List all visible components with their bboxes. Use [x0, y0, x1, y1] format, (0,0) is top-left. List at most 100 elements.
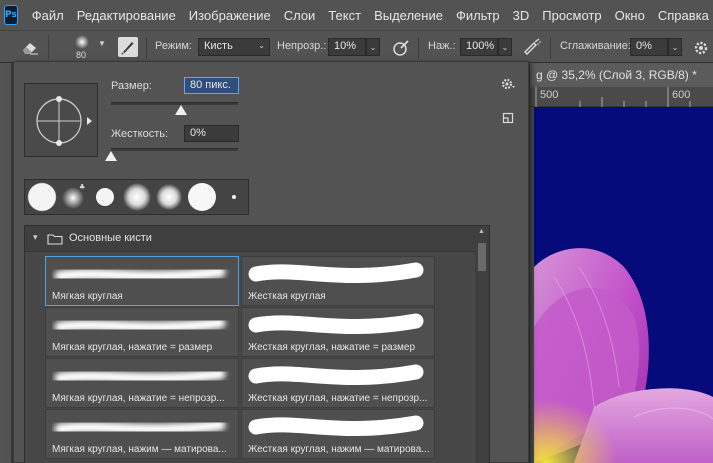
hardness-input[interactable]: 0%: [184, 125, 239, 142]
document-tab-title: g @ 35,2% (Слой 3, RGB/8) *: [536, 68, 697, 82]
divider: [48, 35, 49, 59]
smoothing-chevron-down-icon[interactable]: ⌄: [668, 38, 682, 56]
folder-row-basic-brushes[interactable]: ▾ Основные кисти: [25, 226, 476, 252]
hardness-value: 0%: [190, 127, 206, 139]
menu-window[interactable]: Окно: [615, 8, 645, 23]
menu-select[interactable]: Выделение: [374, 8, 443, 23]
brush-tile-hard-round-pressure-flow[interactable]: Жесткая круглая, нажим — матирова...: [241, 409, 435, 459]
folder-expand-chevron-icon[interactable]: ▾: [33, 232, 38, 243]
soft-stroke-preview: [54, 368, 226, 384]
brush-tile-label: Жесткая круглая, нажатие = размер: [248, 342, 416, 353]
brush-tile-soft-round-pressure-opacity[interactable]: Мягкая круглая, нажатие = непрозр...: [45, 358, 239, 408]
hard-stroke-preview: [248, 262, 424, 284]
ruler-ticks: [535, 87, 691, 107]
smoothing-label: Сглаживание:: [560, 40, 631, 52]
brush-angle-roundness-icon: [36, 96, 92, 146]
smoothing-input[interactable]: 0%: [630, 38, 668, 56]
brush-tile-hard-round[interactable]: Жесткая круглая: [241, 256, 435, 306]
tools-panel-edge: [0, 63, 12, 463]
brush-tile-label: Жесткая круглая, нажим — матирова...: [248, 444, 430, 455]
divider: [146, 37, 147, 59]
recent-brush-tips: ♣: [27, 182, 236, 212]
mode-value: Кисть: [204, 40, 233, 52]
size-input[interactable]: 80 пикс.: [184, 77, 239, 94]
brush-settings-toggle[interactable]: [118, 37, 138, 57]
brush-picker-chevron-down-icon[interactable]: ▼: [98, 39, 110, 57]
brush-tile-label: Мягкая круглая: [52, 291, 123, 302]
hard-stroke-preview: [248, 313, 424, 335]
hard-stroke-preview: [248, 364, 424, 386]
size-slider-thumb[interactable]: [174, 105, 187, 115]
document-canvas[interactable]: [534, 107, 713, 463]
menu-3d[interactable]: 3D: [513, 8, 530, 23]
brush-tile-soft-round-pressure-flow[interactable]: Мягкая круглая, нажим — матирова...: [45, 409, 239, 459]
brush-tile-label: Жесткая круглая, нажатие = непрозр...: [248, 393, 428, 404]
brush-tile-label: Мягкая круглая, нажатие = размер: [52, 342, 213, 353]
recent-brushes-strip: ♣: [24, 179, 249, 215]
menu-view[interactable]: Просмотр: [542, 8, 601, 23]
document-tab[interactable]: g @ 35,2% (Слой 3, RGB/8) *: [530, 63, 713, 87]
brush-angle-preview[interactable]: [24, 83, 98, 157]
hard-stroke-preview: [248, 415, 424, 437]
brush-tile-soft-round[interactable]: Мягкая круглая: [45, 256, 239, 306]
divider: [418, 37, 419, 59]
flow-input[interactable]: 100%: [460, 38, 498, 56]
menu-filter[interactable]: Фильтр: [456, 8, 500, 23]
mode-chevron-down-icon: ⌄: [258, 41, 265, 50]
folder-icon: [47, 234, 63, 245]
options-bar: 80 ▼ Режим: Кисть ⌄ Непрозр.: 10% ⌄ Наж.…: [0, 30, 713, 63]
flow-label: Наж.:: [428, 40, 456, 52]
photoshop-logo-icon[interactable]: Ps: [4, 5, 18, 25]
menu-type[interactable]: Текст: [328, 8, 361, 23]
smoothing-gear-icon[interactable]: [692, 39, 710, 57]
folder-name: Основные кисти: [69, 232, 152, 244]
brush-preset-picker[interactable]: 80: [70, 33, 96, 63]
scroll-up-icon[interactable]: ▲: [478, 228, 485, 235]
menu-image[interactable]: Изображение: [189, 8, 271, 23]
menu-help[interactable]: Справка: [658, 8, 709, 23]
opacity-value: 10%: [334, 40, 357, 52]
horizontal-ruler: 500 600: [530, 87, 713, 107]
brush-tile-soft-round-pressure-size[interactable]: Мягкая круглая, нажатие = размер: [45, 307, 239, 357]
brush-size-readout: 80: [76, 50, 87, 60]
opacity-label: Непрозр.:: [277, 40, 327, 52]
opacity-chevron-down-icon[interactable]: ⌄: [366, 38, 380, 56]
menu-layers[interactable]: Слои: [284, 8, 316, 23]
flow-chevron-down-icon[interactable]: ⌄: [498, 38, 512, 56]
soft-stroke-preview: [54, 266, 226, 282]
size-label: Размер:: [111, 80, 152, 92]
brush-panel-icon: [121, 42, 134, 55]
hardness-slider-track[interactable]: [111, 148, 238, 151]
soft-stroke-preview: [54, 419, 226, 435]
photoshop-window: Ps Файл Редактирование Изображение Слои …: [0, 0, 713, 463]
smoothing-value: 0%: [636, 40, 652, 52]
menu-edit[interactable]: Редактирование: [77, 8, 176, 23]
brush-tile-label: Мягкая круглая, нажатие = непрозр...: [52, 393, 225, 404]
panel-settings-gear-icon[interactable]: [500, 76, 516, 92]
opacity-input[interactable]: 10%: [328, 38, 366, 56]
brush-tile-label: Мягкая круглая, нажим — матирова...: [52, 444, 227, 455]
flower-photo: [534, 248, 713, 463]
mode-select[interactable]: Кисть ⌄: [198, 38, 270, 56]
size-value: 80 пикс.: [190, 79, 231, 91]
flow-value: 100%: [466, 40, 495, 52]
divider: [550, 37, 551, 59]
opacity-pressure-icon[interactable]: [392, 39, 410, 57]
brush-folder-list: ▾ Основные кисти ▲ Мягкая круглая Жестка…: [24, 225, 490, 463]
eraser-tool-icon[interactable]: [20, 39, 40, 55]
brush-list-scrollbar[interactable]: ▲: [475, 226, 489, 463]
airbrush-icon[interactable]: [521, 38, 543, 58]
mode-label: Режим:: [155, 40, 192, 52]
menu-file[interactable]: Файл: [32, 8, 64, 23]
soft-brush-tip-icon: [75, 35, 89, 49]
brush-tile-hard-round-pressure-size[interactable]: Жесткая круглая, нажатие = размер: [241, 307, 435, 357]
brush-tile-label: Жесткая круглая: [248, 291, 326, 302]
svg-text:♣: ♣: [79, 183, 85, 191]
brush-preset-panel: Размер: 80 пикс. Жесткость: 0% ♣ ▾ Основ…: [13, 61, 529, 463]
brush-tile-hard-round-pressure-opacity[interactable]: Жесткая круглая, нажатие = непрозр...: [241, 358, 435, 408]
soft-stroke-preview: [54, 317, 226, 333]
new-preset-icon[interactable]: [502, 112, 514, 124]
menu-bar: Ps Файл Редактирование Изображение Слои …: [0, 0, 713, 30]
scrollbar-thumb[interactable]: [478, 243, 486, 271]
hardness-slider-thumb[interactable]: [105, 151, 117, 161]
